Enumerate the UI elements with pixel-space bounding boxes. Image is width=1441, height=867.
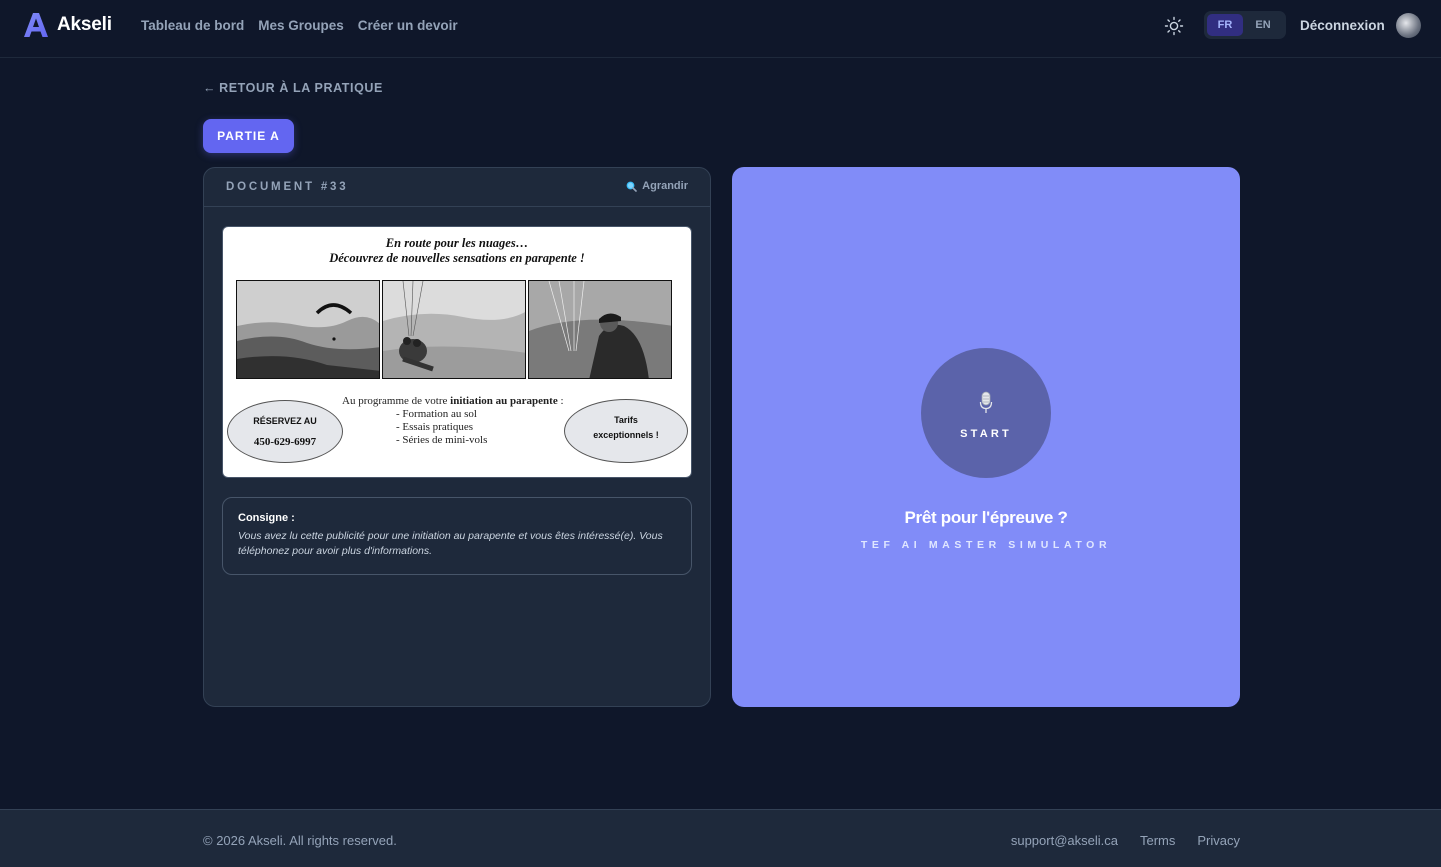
ad-program-intro: Au programme de votre — [342, 395, 451, 407]
part-a-button[interactable]: PARTIE A — [203, 119, 294, 153]
avatar[interactable] — [1396, 13, 1421, 38]
footer: © 2026 Akseli. All rights reserved. supp… — [0, 809, 1441, 867]
arrow-left-icon: ← — [203, 81, 217, 95]
instruction-box: Consigne : Vous avez lu cette publicité … — [222, 497, 692, 575]
copyright-text: © 2026 Akseli. All rights reserved. — [203, 833, 397, 848]
simulator-subtitle: TEF AI MASTER SIMULATOR — [860, 539, 1112, 551]
ad-program-line: Au programme de votre initiation au para… — [342, 395, 564, 407]
nav-dashboard[interactable]: Tableau de bord — [141, 18, 244, 33]
simulator-panel: START Prêt pour l'épreuve ? TEF AI MASTE… — [732, 167, 1240, 707]
document-image[interactable]: En route pour les nuages… Découvrez de n… — [222, 226, 692, 478]
nav-my-groups[interactable]: Mes Groupes — [258, 18, 344, 33]
support-email-link[interactable]: support@akseli.ca — [1011, 833, 1118, 848]
lang-fr-button[interactable]: FR — [1207, 14, 1243, 36]
privacy-link[interactable]: Privacy — [1197, 833, 1240, 848]
ad-item-ground-training: - Formation au sol — [396, 408, 477, 420]
top-navbar: Akseli Tableau de bord Mes Groupes Créer… — [0, 0, 1441, 58]
logout-button[interactable]: Déconnexion — [1300, 18, 1385, 33]
ad-program-end: : — [557, 395, 564, 407]
document-title: DOCUMENT #33 — [226, 181, 349, 193]
simulator-title: Prêt pour l'épreuve ? — [904, 508, 1068, 527]
ad-item-mini-flights: - Séries de mini-vols — [396, 434, 488, 446]
ad-headline-2: Découvrez de nouvelles sensations en par… — [329, 251, 585, 265]
ad-photo-pilot-closeup — [528, 280, 672, 379]
footer-links: support@akseli.ca Terms Privacy — [1011, 833, 1240, 848]
ad-headline-1: En route pour les nuages… — [385, 236, 529, 250]
akseli-logo-icon — [24, 13, 48, 37]
brand-name: Akseli — [57, 14, 112, 35]
nav-create-assignment[interactable]: Créer un devoir — [358, 18, 458, 33]
lang-en-button[interactable]: EN — [1245, 14, 1281, 36]
ad-program-bold: initiation au parapente — [450, 395, 558, 407]
ad-item-practice-tests: - Essais pratiques — [396, 421, 473, 433]
sun-icon[interactable] — [1164, 16, 1184, 36]
enlarge-label: Agrandir — [642, 180, 688, 192]
back-link-label: RETOUR À LA PRATIQUE — [219, 81, 383, 95]
main-nav: Tableau de bord Mes Groupes Créer un dev… — [141, 18, 458, 33]
instruction-label: Consigne : — [238, 512, 295, 524]
ad-phone-number: 450-629-6997 — [253, 436, 317, 448]
ad-rates-oval: Tarifs exceptionnels ! — [564, 399, 688, 463]
document-header: DOCUMENT #33 Agrandir — [204, 168, 710, 207]
enlarge-button[interactable]: Agrandir — [626, 180, 688, 192]
language-switcher: FR EN — [1204, 11, 1286, 39]
magnifier-icon — [626, 181, 637, 192]
start-button[interactable]: START — [921, 348, 1051, 478]
microphone-icon — [979, 391, 993, 413]
terms-link[interactable]: Terms — [1140, 833, 1175, 848]
ad-rates-line2: exceptionnels ! — [593, 430, 659, 440]
back-to-practice-link[interactable]: ← RETOUR À LA PRATIQUE — [203, 81, 383, 95]
brand-logo[interactable]: Akseli — [24, 12, 112, 38]
start-label: START — [960, 427, 1012, 440]
instruction-text: Vous avez lu cette publicité pour une in… — [238, 530, 663, 557]
ad-photo-tandem-flight — [382, 280, 526, 379]
ad-photo-paraglider-sky — [236, 280, 380, 379]
document-card: DOCUMENT #33 Agrandir En route pour les … — [203, 167, 711, 707]
ad-rates-line1: Tarifs — [614, 415, 638, 425]
ad-reserve-oval: RÉSERVEZ AU 450-629-6997 — [227, 400, 343, 463]
ad-reserve-label: RÉSERVEZ AU — [253, 416, 317, 426]
